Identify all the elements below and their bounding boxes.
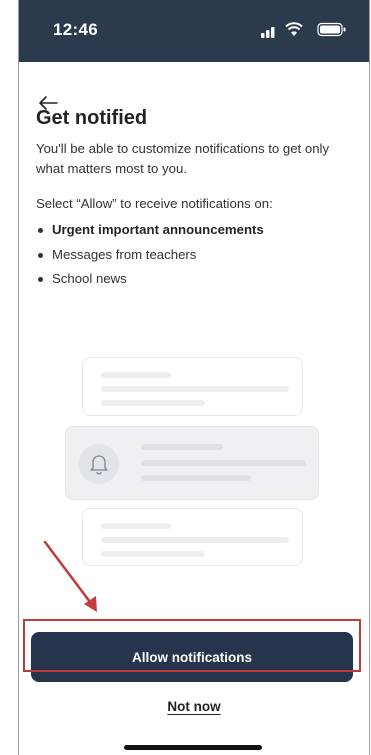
list-item: School news (36, 271, 264, 296)
placeholder-line (101, 372, 171, 378)
list-item: Urgent important announcements (36, 222, 264, 247)
placeholder-line (101, 551, 205, 557)
placeholder-line (141, 475, 251, 481)
page-title: Get notified (36, 107, 148, 129)
placeholder-line (101, 537, 289, 543)
home-indicator[interactable] (124, 745, 262, 750)
placeholder-line (141, 460, 306, 466)
page-description: You'll be able to customize notification… (36, 141, 330, 176)
placeholder-line (101, 386, 289, 392)
wifi-icon (285, 22, 303, 36)
status-icons (247, 21, 347, 38)
not-now-link[interactable]: Not now (167, 699, 220, 714)
phone-screen: 12:46 Get notified You'll be able to cus… (18, 0, 370, 755)
select-prompt: Select “Allow” to receive notifications … (36, 196, 273, 211)
notification-topics-list: Urgent important announcements Messages … (36, 222, 264, 296)
annotation-arrow-icon (43, 540, 97, 612)
placeholder-card (82, 357, 303, 416)
battery-icon (317, 22, 346, 37)
placeholder-line (141, 444, 223, 450)
placeholder-card (82, 508, 303, 566)
status-bar: 12:46 (19, 0, 369, 62)
status-time: 12:46 (53, 20, 98, 39)
not-now-link-row: Not now (19, 699, 369, 714)
list-item: Messages from teachers (36, 247, 264, 272)
signal-icon (261, 27, 275, 38)
placeholder-line (101, 400, 205, 406)
bell-icon (90, 455, 108, 475)
placeholder-line (101, 523, 171, 529)
placeholder-notification-card (65, 426, 319, 500)
bell-badge (79, 444, 119, 484)
annotation-highlight-box (23, 619, 361, 672)
